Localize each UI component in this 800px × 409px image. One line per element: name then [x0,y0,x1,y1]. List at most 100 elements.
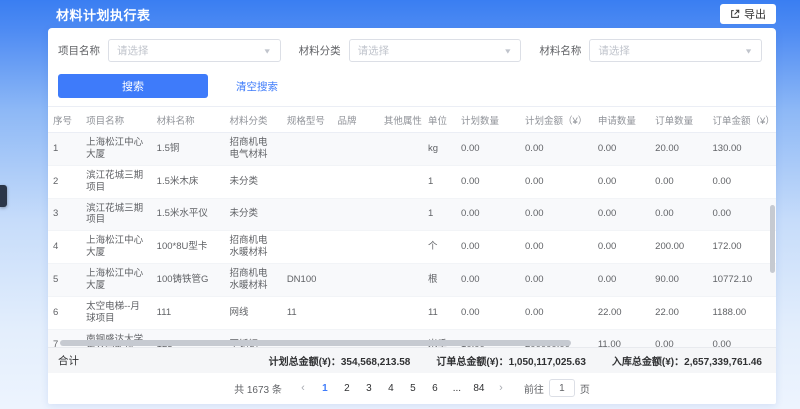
table-cell: 22.00 [650,296,707,329]
project-name-placeholder: 请选择 [117,43,263,58]
top-bar: 材料计划执行表 导出 [0,0,800,28]
table-header-cell: 规格型号 [282,107,333,133]
page-number-button[interactable]: 2 [338,379,356,397]
table-header-cell: 材料名称 [152,107,225,133]
table-cell: 0.00 [456,231,520,264]
table-cell: 1.5铜 [152,133,225,166]
page-title: 材料计划执行表 [56,5,151,24]
table-cell: 3 [48,198,81,231]
table-cell: 0.00 [593,231,650,264]
table-cell: 1188.00 [708,296,777,329]
table-cell: 0.00 [520,296,593,329]
material-name-select[interactable]: 请选择 ▼ [589,39,762,62]
table-cell: 0.00 [456,198,520,231]
table-cell: 1.5米水平仪 [152,198,225,231]
table-cell [333,231,379,264]
table-cell: 0.00 [456,133,520,166]
page-ellipsis[interactable]: ... [448,379,466,397]
export-button[interactable]: 导出 [720,4,776,24]
chevron-down-icon: ▼ [744,47,753,55]
table-cell: 11 [423,296,456,329]
table-header-row: 序号项目名称材料名称材料分类规格型号品牌其他属性单位计划数量计划金额（¥）申请数… [48,107,776,133]
table-cell: 根 [423,264,456,297]
page-number-button[interactable]: 3 [360,379,378,397]
clear-search-link[interactable]: 清空搜索 [236,79,278,94]
table-cell: 111 [152,296,225,329]
table-header-cell: 项目名称 [81,107,152,133]
table-cell: 0.00 [650,198,707,231]
table-cell: 上海松江中心大厦 [81,231,152,264]
table-row[interactable]: 4上海松江中心大厦100*8U型卡招商机电水暖材料个0.000.000.0020… [48,231,776,264]
sidebar-collapse-tab[interactable] [0,185,7,207]
order-total-amount: 订单总金额(¥)：1,050,117,025.63 [436,353,586,368]
page-number-button[interactable]: 4 [382,379,400,397]
vertical-scrollbar-thumb[interactable] [770,205,775,273]
table-cell [333,198,379,231]
table-cell: 个 [423,231,456,264]
table-cell: 0.00 [520,264,593,297]
table-cell: 100铸铁管G [152,264,225,297]
table-cell: 4 [48,231,81,264]
table-row[interactable]: 1上海松江中心大厦1.5铜招商机电电气材料kg0.000.000.0020.00… [48,133,776,166]
project-name-select[interactable]: 请选择 ▼ [108,39,281,62]
table-cell: 0.00 [456,264,520,297]
page-number-button[interactable]: 6 [426,379,444,397]
filter-section: 项目名称 请选择 ▼ 材料分类 请选择 ▼ 材料名称 请选择 ▼ [48,28,776,68]
next-page-button[interactable]: › [492,379,510,397]
vertical-scrollbar[interactable] [770,107,775,347]
table-cell: 90.00 [650,264,707,297]
goto-suffix: 页 [580,381,590,396]
table-cell: 滨江花城三期项目 [81,165,152,198]
table-cell: 0.00 [520,231,593,264]
table-header-cell: 品牌 [333,107,379,133]
table-row[interactable]: 3滨江花城三期项目1.5米水平仪未分类10.000.000.000.000.00 [48,198,776,231]
filter-group-material-category: 材料分类 请选择 ▼ [299,39,522,62]
page-number-button[interactable]: 1 [316,379,334,397]
table-cell: 6 [48,296,81,329]
table-cell [333,296,379,329]
table-cell: 0.00 [708,198,777,231]
horizontal-scrollbar[interactable] [52,340,772,346]
table-row[interactable]: 2滨江花城三期项目1.5米木床未分类10.000.000.000.000.00 [48,165,776,198]
goto-page-input[interactable] [549,379,575,397]
table-cell [379,133,423,166]
material-category-select[interactable]: 请选择 ▼ [349,39,522,62]
table-header-cell: 单位 [423,107,456,133]
table-cell [333,133,379,166]
table-cell [333,165,379,198]
export-button-label: 导出 [744,6,766,22]
table-cell: 1 [423,165,456,198]
table-cell: 11 [282,296,333,329]
table-cell: 2 [48,165,81,198]
search-button[interactable]: 搜索 [58,74,208,98]
table-cell [282,165,333,198]
prev-page-button[interactable]: ‹ [294,379,312,397]
summary-total-label: 合计 [58,353,79,368]
table-cell: 0.00 [708,165,777,198]
table-row[interactable]: 6太空电梯--月球项目111网线11110.000.0022.0022.0011… [48,296,776,329]
actions-row: 搜索 清空搜索 [48,68,776,106]
table-body: 1上海松江中心大厦1.5铜招商机电电气材料kg0.000.000.0020.00… [48,133,776,348]
goto-label: 前往 [524,381,544,396]
summary-row: 合计 计划总金额(¥)：354,568,213.58 订单总金额(¥)：1,05… [48,347,776,373]
table-cell: 172.00 [708,231,777,264]
table-cell: 5 [48,264,81,297]
table-header-cell: 计划数量 [456,107,520,133]
inbound-total-amount: 入库总金额(¥)：2,657,339,761.46 [612,353,762,368]
material-plan-table: 序号项目名称材料名称材料分类规格型号品牌其他属性单位计划数量计划金额（¥）申请数… [48,107,776,347]
table-cell: 太空电梯--月球项目 [81,296,152,329]
table-cell [379,264,423,297]
material-name-placeholder: 请选择 [598,43,744,58]
page-number-button[interactable]: 84 [470,379,488,397]
table-cell: 1 [48,133,81,166]
horizontal-scrollbar-thumb[interactable] [60,340,571,346]
table-row[interactable]: 5上海松江中心大厦100铸铁管G招商机电水暖材料DN100根0.000.000.… [48,264,776,297]
table-header-cell: 申请数量 [593,107,650,133]
table-cell: kg [423,133,456,166]
table-cell: 0.00 [593,133,650,166]
table-header-cell: 序号 [48,107,81,133]
page-number-button[interactable]: 5 [404,379,422,397]
table-cell: 上海松江中心大厦 [81,264,152,297]
plan-total-amount: 计划总金额(¥)：354,568,213.58 [269,353,411,368]
table-cell: 130.00 [708,133,777,166]
